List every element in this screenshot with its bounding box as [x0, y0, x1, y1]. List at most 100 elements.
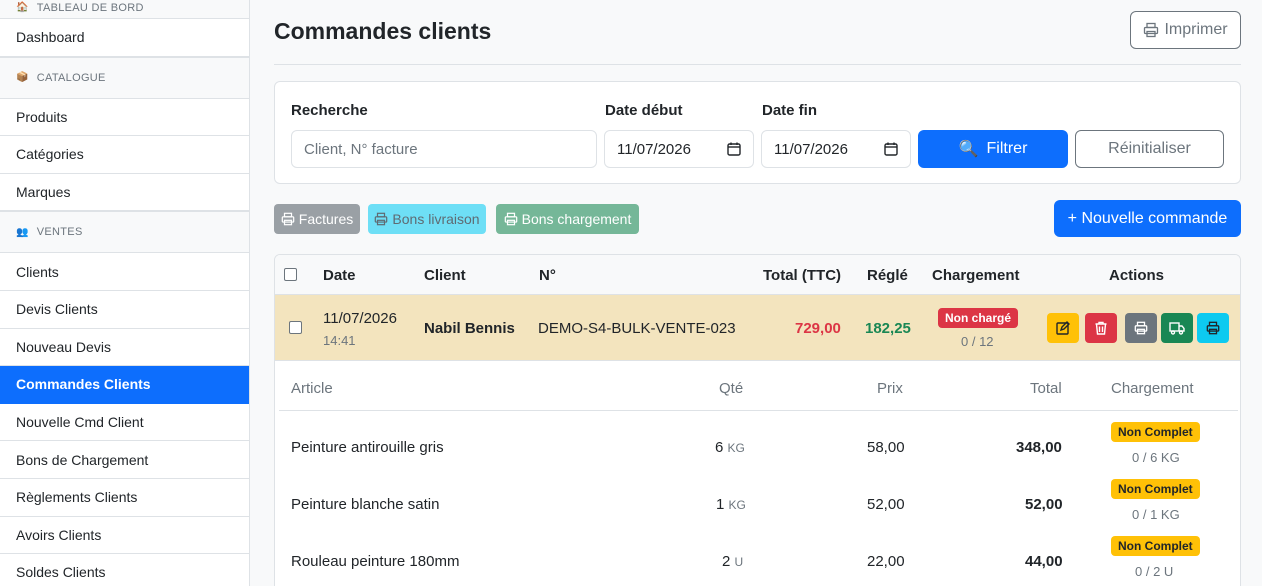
order-client: Nabil Bennis [424, 320, 515, 337]
loading-status-badge: Non Complet [1111, 536, 1200, 556]
sidebar-item-categories[interactable]: Catégories [0, 136, 249, 174]
new-order-button[interactable]: + Nouvelle commande [1054, 200, 1241, 237]
printer-icon [375, 212, 388, 226]
loading-progress: 0 / 12 [961, 334, 994, 349]
printer-icon [1206, 321, 1220, 335]
printer-icon [1134, 321, 1148, 335]
divider [274, 64, 1241, 65]
article-name: Rouleau peinture 180mm [291, 553, 460, 570]
edit-button[interactable] [1047, 313, 1079, 343]
select-all-checkbox[interactable] [284, 268, 297, 281]
col-date: Date [323, 267, 356, 284]
col-article: Article [291, 380, 333, 397]
col-line-total: Total [1030, 380, 1062, 397]
sidebar-item-produits[interactable]: Produits [0, 98, 249, 137]
search-input[interactable]: Client, N° facture [291, 130, 597, 168]
loading-progress: 0 / 2 U [1135, 564, 1174, 579]
list-item: Rouleau peinture 180mm 2 U 22,00 44,00 N… [279, 527, 1238, 584]
col-actions: Actions [1109, 267, 1165, 284]
col-qty: Qté [719, 380, 744, 397]
bons-chargement-label: Bons chargement [521, 211, 632, 227]
box-icon: 📦 [16, 72, 29, 84]
delivery-button[interactable] [1161, 313, 1193, 343]
trash-icon [1095, 321, 1107, 335]
sidebar-item-nouvelle-cmd-client[interactable]: Nouvelle Cmd Client [0, 403, 249, 442]
filter-panel: Recherche Client, N° facture Date début … [274, 81, 1241, 184]
bons-chargement-button[interactable]: Bons chargement [496, 204, 639, 234]
section-title: TABLEAU DE BORD [36, 2, 144, 14]
col-loading: Chargement [932, 267, 1020, 284]
article-qty: 1 KG [716, 496, 746, 513]
sidebar-item-dashboard[interactable]: Dashboard [0, 19, 249, 57]
start-date-input[interactable]: 11/07/2026 [604, 130, 754, 168]
loading-status-badge: Non Complet [1111, 422, 1200, 442]
print-button[interactable]: Imprimer [1130, 11, 1241, 49]
print-label: Imprimer [1164, 21, 1228, 38]
sidebar-item-devis-clients[interactable]: Devis Clients [0, 290, 249, 329]
articles-header: Article Qté Prix Total Chargement [279, 361, 1238, 411]
section-title: CATALOGUE [36, 71, 106, 84]
order-time: 14:41 [323, 333, 356, 348]
search-placeholder: Client, N° facture [304, 140, 418, 158]
article-qty: 2 U [722, 553, 744, 570]
start-date-value: 11/07/2026 [617, 140, 691, 158]
page-title: Commandes clients [274, 18, 492, 44]
table-row[interactable]: 11/07/2026 14:41 Nabil Bennis DEMO-S4-BU… [275, 295, 1240, 361]
print-loading-button[interactable] [1197, 313, 1229, 343]
col-total: Total (TTC) [763, 267, 842, 284]
edit-icon [1056, 321, 1070, 335]
home-icon: 🏠 [16, 2, 29, 13]
calendar-icon[interactable] [884, 142, 898, 156]
article-price: 58,00 [867, 439, 905, 456]
filter-button[interactable]: 🔍 Filtrer [918, 130, 1068, 168]
article-total: 348,00 [1016, 439, 1062, 456]
bons-livraison-button[interactable]: Bons livraison [368, 204, 486, 234]
factures-label: Factures [298, 211, 354, 227]
sidebar-item-reglements-clients[interactable]: Règlements Clients [0, 478, 249, 517]
start-date-label: Date début [605, 102, 683, 119]
article-qty: 6 KG [715, 439, 745, 456]
article-price: 22,00 [867, 553, 905, 570]
sidebar-item-bons-de-chargement[interactable]: Bons de Chargement [0, 441, 249, 479]
order-total: 729,00 [795, 320, 841, 337]
sidebar-item-clients[interactable]: Clients [0, 253, 249, 291]
col-paid: Réglé [867, 267, 908, 284]
printer-icon [1144, 22, 1159, 38]
main-content: Commandes clients Imprimer Recherche Cli… [250, 0, 1262, 586]
sidebar-item-marques[interactable]: Marques [0, 173, 249, 212]
list-item: Peinture blanche satin 1 KG 52,00 52,00 … [279, 470, 1238, 527]
delete-button[interactable] [1085, 313, 1117, 343]
print-order-button[interactable] [1125, 313, 1157, 343]
sidebar-item-commandes-clients[interactable]: Commandes Clients [0, 366, 249, 404]
end-date-value: 11/07/2026 [774, 140, 848, 158]
factures-button[interactable]: Factures [274, 204, 360, 234]
row-checkbox[interactable] [289, 321, 302, 334]
article-name: Peinture antirouille gris [291, 439, 444, 456]
col-number: N° [539, 267, 556, 284]
truck-icon [1169, 322, 1185, 335]
section-header-ventes: 👥 VENTES [0, 211, 249, 254]
sidebar: 🏠 TABLEAU DE BORD Dashboard 📦 CATALOGUE … [0, 0, 250, 586]
order-date: 11/07/2026 [323, 310, 397, 327]
section-header-dashboard: 🏠 TABLEAU DE BORD [0, 0, 249, 19]
search-icon: 🔍 [958, 141, 979, 158]
printer-icon [504, 212, 517, 226]
end-date-input[interactable]: 11/07/2026 [761, 130, 911, 168]
table-header: Date Client N° Total (TTC) Réglé Chargem… [275, 255, 1240, 295]
article-total: 44,00 [1025, 553, 1063, 570]
search-label: Recherche [291, 102, 368, 119]
article-total: 52,00 [1025, 496, 1063, 513]
sidebar-item-nouveau-devis[interactable]: Nouveau Devis [0, 328, 249, 367]
col-client: Client [424, 267, 466, 284]
calendar-icon[interactable] [727, 142, 741, 156]
reset-button[interactable]: Réinitialiser [1075, 130, 1224, 168]
loading-status-badge: Non chargé [938, 308, 1019, 328]
article-price: 52,00 [867, 496, 905, 513]
section-title: VENTES [36, 226, 83, 239]
list-item: Peinture antirouille gris 6 KG 58,00 348… [279, 413, 1238, 470]
col-price: Prix [877, 380, 903, 397]
sidebar-item-avoirs-clients[interactable]: Avoirs Clients [0, 516, 249, 555]
end-date-label: Date fin [762, 102, 818, 119]
sidebar-item-soldes-clients[interactable]: Soldes Clients [0, 554, 249, 586]
filter-label: Filtrer [986, 140, 1028, 157]
